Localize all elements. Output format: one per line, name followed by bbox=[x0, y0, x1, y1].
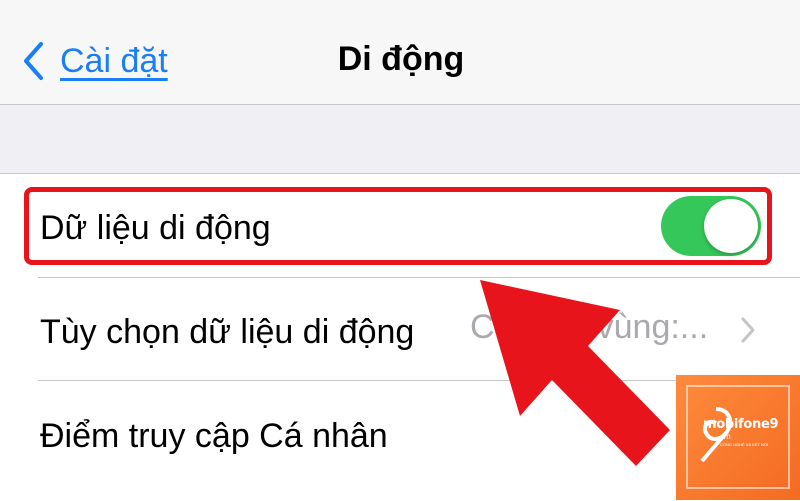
red-arrow-icon bbox=[480, 280, 670, 466]
personal-hotspot-label: Điểm truy cập Cá nhân bbox=[40, 416, 388, 455]
logo-slogan-text: CÔNG NGHỆ VÀ KẾT NỐI bbox=[720, 442, 769, 447]
logo-domain-text: .vn bbox=[720, 432, 731, 441]
chevron-right-icon bbox=[741, 317, 755, 343]
logo-brand-text: mobifone9 bbox=[703, 417, 779, 432]
cellular-data-options-label: Tùy chọn dữ liệu di động bbox=[40, 312, 415, 351]
navigation-bar: Cài đặt Di động bbox=[0, 0, 800, 105]
mobifone9-logo: mobifone9 .vn CÔNG NGHỆ VÀ KẾT NỐI bbox=[676, 375, 800, 500]
row-divider bbox=[38, 277, 800, 278]
highlight-box bbox=[24, 187, 772, 265]
section-gap bbox=[0, 105, 800, 173]
page-title: Di động bbox=[337, 40, 465, 78]
